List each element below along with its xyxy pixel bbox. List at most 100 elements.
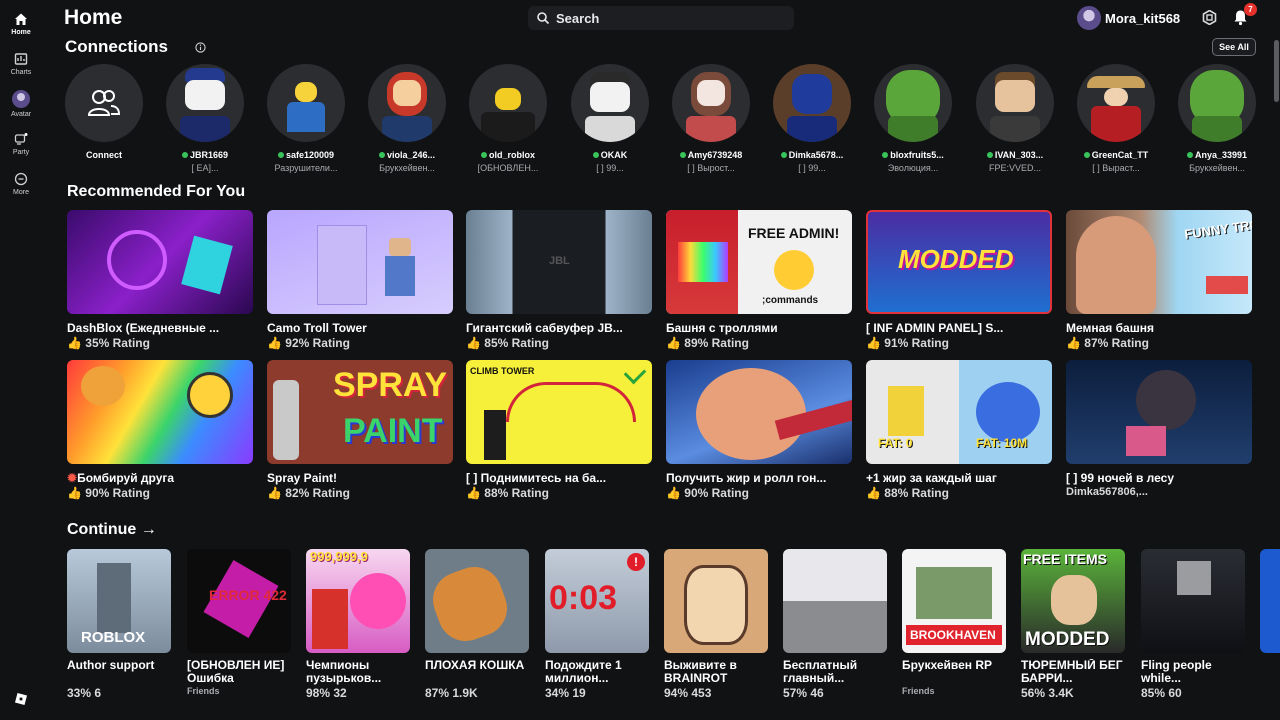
scrollbar[interactable] bbox=[1274, 40, 1279, 102]
friend-name-row: IVAN_303... bbox=[970, 150, 1060, 160]
game-meta: Friends bbox=[187, 686, 220, 696]
game-card[interactable]: Получить жир и ролл гон... 👍 90% Rating bbox=[666, 360, 852, 500]
friend-name-row: old_roblox bbox=[463, 150, 553, 160]
rail-avatar[interactable]: Avatar bbox=[0, 90, 42, 118]
bubble-face bbox=[350, 573, 406, 629]
continue-tile[interactable]: ERROR 422 [ОБНОВЛЕН ИЕ] Ошибка Friends bbox=[187, 549, 291, 696]
continue-tile[interactable]: BROOKHAVEN Брукхейвен RP Friends bbox=[902, 549, 1006, 696]
roblox-logo-icon[interactable] bbox=[14, 692, 28, 706]
friend-avatar bbox=[469, 64, 547, 142]
game-title: Fling people while... bbox=[1141, 659, 1212, 685]
connect-button[interactable]: Connect bbox=[59, 64, 149, 160]
friend-item[interactable]: JBR1669 [ EA]... bbox=[160, 64, 250, 173]
rating-value: 88% Rating bbox=[484, 486, 549, 500]
continue-tile[interactable]: 999,999,9 Чемпионы пузырьков... 98% 32 bbox=[306, 549, 410, 700]
continue-tile[interactable]: Fling people while... 85% 60 bbox=[1141, 549, 1245, 700]
online-dot bbox=[679, 152, 686, 158]
game-meta: 34% 19 bbox=[545, 686, 586, 700]
game-meta: Friends bbox=[902, 686, 935, 696]
rail-party[interactable]: Party bbox=[0, 132, 42, 156]
friend-status: [ ] 99... bbox=[596, 163, 624, 173]
friend-item[interactable]: old_roblox [ОБНОВЛЕН... bbox=[463, 64, 553, 173]
continue-tile[interactable]: ПЛОХАЯ КОШКА 87% 1.9K bbox=[425, 549, 529, 700]
friend-item[interactable]: OKAK [ ] 99... bbox=[565, 64, 655, 173]
game-card[interactable]: FREE ADMIN! ;commands Башня с троллями 👍… bbox=[666, 210, 852, 350]
game-title: [ОБНОВЛЕН ИЕ] Ошибка bbox=[187, 659, 285, 685]
search-icon bbox=[537, 12, 550, 25]
continue-tile[interactable]: FREE ITEMS MODDED ТЮРЕМНЫЙ БЕГ БАРРИ... … bbox=[1021, 549, 1125, 700]
checkmark-icon bbox=[623, 361, 647, 385]
game-card[interactable]: [ ] 99 ночей в лесу Dimka567806,... bbox=[1066, 360, 1252, 498]
friend-item[interactable]: safe120009 Разрушители... bbox=[261, 64, 351, 173]
friend-status: [ОБНОВЛЕН... bbox=[477, 163, 539, 173]
game-card[interactable]: Camo Troll Tower 👍 92% Rating bbox=[267, 210, 453, 350]
house-shape bbox=[916, 567, 992, 619]
friend-name: Dimka5678... bbox=[788, 150, 844, 160]
friend-status: [ ] Выраст... bbox=[1092, 163, 1140, 173]
charts-icon bbox=[14, 53, 28, 65]
game-card[interactable]: DashBlox (Ежедневные ... 👍 35% Rating bbox=[67, 210, 253, 350]
friend-item[interactable]: Anya_33991 Брукхейвен... bbox=[1172, 64, 1262, 173]
fat-10m-label: FAT: 10M bbox=[976, 436, 1028, 450]
game-card[interactable]: CLIMB TOWER [ ] Поднимитесь на ба... 👍 8… bbox=[466, 360, 652, 500]
game-rating: 👍 88% Rating bbox=[866, 486, 949, 500]
game-card[interactable]: ✹Бомбируй друга 👍 90% Rating bbox=[67, 360, 253, 500]
continue-tile[interactable]: ROBLOX Author support 33% 6 bbox=[67, 549, 171, 700]
continue-tile[interactable]: Выживите в BRAINROT 94% 453 bbox=[664, 549, 768, 700]
recommended-title: Recommended For You bbox=[67, 183, 246, 200]
game-title: Spray Paint! bbox=[267, 471, 338, 485]
head-shape bbox=[393, 80, 421, 106]
game-title: DashBlox (Ежедневные ... bbox=[67, 321, 220, 335]
cat-shape bbox=[425, 559, 515, 649]
game-thumbnail bbox=[1260, 549, 1280, 653]
block-shape bbox=[181, 235, 233, 295]
modded-label: MODDED bbox=[898, 244, 1014, 274]
game-card[interactable]: SPRAY PAINT Spray Paint! 👍 82% Rating bbox=[267, 360, 453, 500]
body-shape bbox=[1091, 106, 1141, 142]
friend-item[interactable]: viola_246... Брукхейвен... bbox=[362, 64, 452, 173]
rail-charts[interactable]: Charts bbox=[0, 52, 42, 76]
friend-status: Брукхейвен... bbox=[1189, 163, 1245, 173]
see-all-button[interactable]: See All bbox=[1212, 38, 1256, 56]
game-title: Подождите 1 миллион... bbox=[545, 659, 622, 685]
game-card[interactable]: FAT: 0 FAT: 10M +1 жир за каждый шаг 👍 8… bbox=[866, 360, 1052, 500]
game-card[interactable]: JBL Гигантский сабвуфер JB... 👍 85% Rati… bbox=[466, 210, 652, 350]
game-card[interactable]: MODDED [ INF ADMIN PANEL] S... 👍 91% Rat… bbox=[866, 210, 1052, 350]
game-title: Башня с троллями bbox=[666, 321, 778, 335]
online-dot bbox=[882, 152, 889, 158]
friend-status: [ EA]... bbox=[191, 163, 219, 173]
friend-item[interactable]: GreenCat_TT [ ] Выраст... bbox=[1071, 64, 1161, 173]
robux-icon[interactable] bbox=[1202, 10, 1217, 25]
rail-home[interactable]: Home bbox=[0, 12, 42, 36]
rating-value: 90% Rating bbox=[684, 486, 749, 500]
friend-name-row: bloxfruits5... bbox=[868, 150, 958, 160]
error-label: ERROR 422 bbox=[209, 587, 287, 603]
continue-tile-partial[interactable] bbox=[1260, 549, 1280, 653]
friend-avatar bbox=[166, 64, 244, 142]
game-card[interactable]: FUNNY TROLLS Мемная башня 👍 87% Rating bbox=[1066, 210, 1252, 350]
rating-value: 85% Rating bbox=[484, 336, 549, 350]
friend-item[interactable]: bloxfruits5... Эволюция... bbox=[868, 64, 958, 173]
continue-tile[interactable]: 0:03 ! Подождите 1 миллион... 34% 19 bbox=[545, 549, 649, 700]
info-icon[interactable] bbox=[195, 42, 206, 53]
rail-more[interactable]: More bbox=[0, 172, 42, 196]
rating-value: 35% Rating bbox=[85, 336, 150, 350]
search-placeholder: Search bbox=[556, 11, 600, 26]
friend-item[interactable]: Dimka5678... [ ] 99... bbox=[767, 64, 857, 173]
character-body bbox=[696, 368, 806, 460]
rail-charts-label: Charts bbox=[10, 69, 32, 76]
timer-label: 0:03 bbox=[549, 579, 618, 617]
home-icon bbox=[15, 13, 27, 25]
friend-item[interactable]: Amy6739248 [ ] Вырост... bbox=[666, 64, 756, 173]
game-meta: 33% 6 bbox=[67, 686, 102, 700]
continue-tile[interactable]: Бесплатный главный... 57% 46 bbox=[783, 549, 887, 700]
rating-value: 92% Rating bbox=[285, 336, 350, 350]
commands-label: ;commands bbox=[762, 295, 819, 306]
game-meta: 56% 3.4K bbox=[1021, 686, 1074, 700]
online-dot bbox=[181, 152, 188, 158]
search-input[interactable]: Search bbox=[528, 6, 794, 30]
friend-avatar bbox=[1178, 64, 1256, 142]
friend-item[interactable]: IVAN_303... FPE:VVED... bbox=[970, 64, 1060, 173]
game-meta: 85% 60 bbox=[1141, 686, 1182, 700]
continue-title[interactable]: Continue → bbox=[67, 521, 157, 539]
